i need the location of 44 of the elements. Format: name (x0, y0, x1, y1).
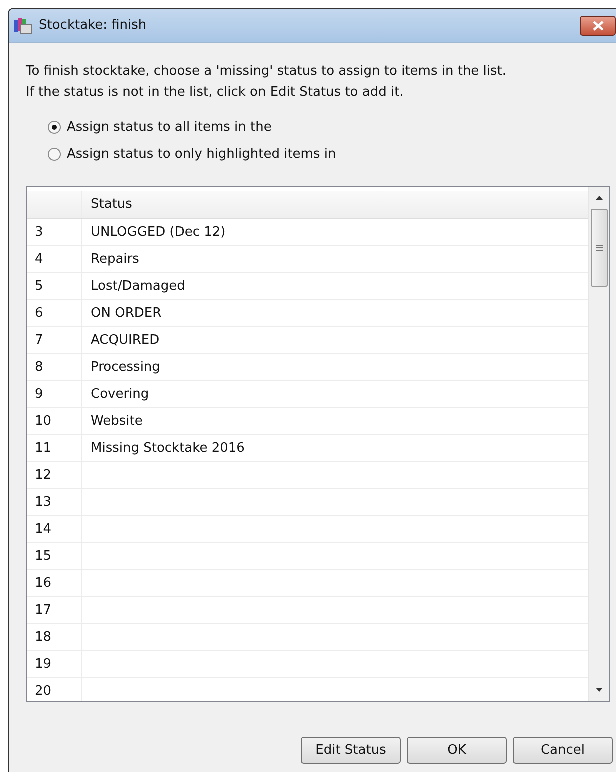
grip-icon (596, 245, 602, 251)
row-number: 9 (27, 381, 82, 407)
row-number: 6 (27, 300, 82, 326)
scroll-bar[interactable] (588, 187, 609, 701)
table-cell[interactable]: Processing (82, 354, 588, 380)
row-number: 14 (27, 516, 82, 542)
scroll-thumb[interactable] (590, 209, 608, 287)
dialog-button[interactable]: OK (407, 737, 507, 764)
row-number: 11 (27, 435, 82, 461)
table-cell[interactable]: UNLOGGED (Dec 12) (82, 219, 588, 245)
row-number: 7 (27, 327, 82, 353)
row-number: 8 (27, 354, 82, 380)
row-number: 10 (27, 408, 82, 434)
radio-button[interactable] (48, 148, 61, 161)
row-number: 18 (27, 624, 82, 650)
table-cell[interactable]: Website (82, 408, 588, 434)
row-number: 20 (27, 678, 82, 701)
dialog-button[interactable]: Cancel (513, 737, 613, 764)
close-button[interactable] (580, 16, 616, 36)
table-cell[interactable]: Repairs (82, 246, 588, 272)
row-number: 4 (27, 246, 82, 272)
radio-label: Assign status to only highlighted items in (67, 147, 336, 162)
dialog-button[interactable]: Edit Status (301, 737, 401, 764)
down-arrow-icon (596, 688, 602, 692)
row-number: 12 (27, 462, 82, 488)
row-number: 5 (27, 273, 82, 299)
close-icon (592, 21, 604, 31)
books-icon (13, 16, 33, 34)
up-arrow-icon (596, 196, 602, 200)
row-number: 16 (27, 570, 82, 596)
row-number: 19 (27, 651, 82, 677)
row-number: 13 (27, 489, 82, 515)
table-cell[interactable]: Lost/Damaged (82, 273, 588, 299)
window-title: Stocktake: finish (39, 18, 147, 33)
table-cell[interactable]: ACQUIRED (82, 327, 588, 353)
radio-button[interactable] (48, 121, 61, 134)
table-cell[interactable]: Missing Stocktake 2016 (82, 435, 588, 461)
row-number: 15 (27, 543, 82, 569)
table-cell[interactable]: Covering (82, 381, 588, 407)
radio-label: Assign status to all items in the (67, 120, 272, 135)
instruction-text: To finish stocktake, choose a 'missing' status to assign to items in the list. If the status is not in the list, click on Edit Status to add it. (26, 63, 508, 102)
row-number: 3 (27, 219, 82, 245)
table-cell[interactable]: ON ORDER (82, 300, 588, 326)
row-number: 17 (27, 597, 82, 623)
